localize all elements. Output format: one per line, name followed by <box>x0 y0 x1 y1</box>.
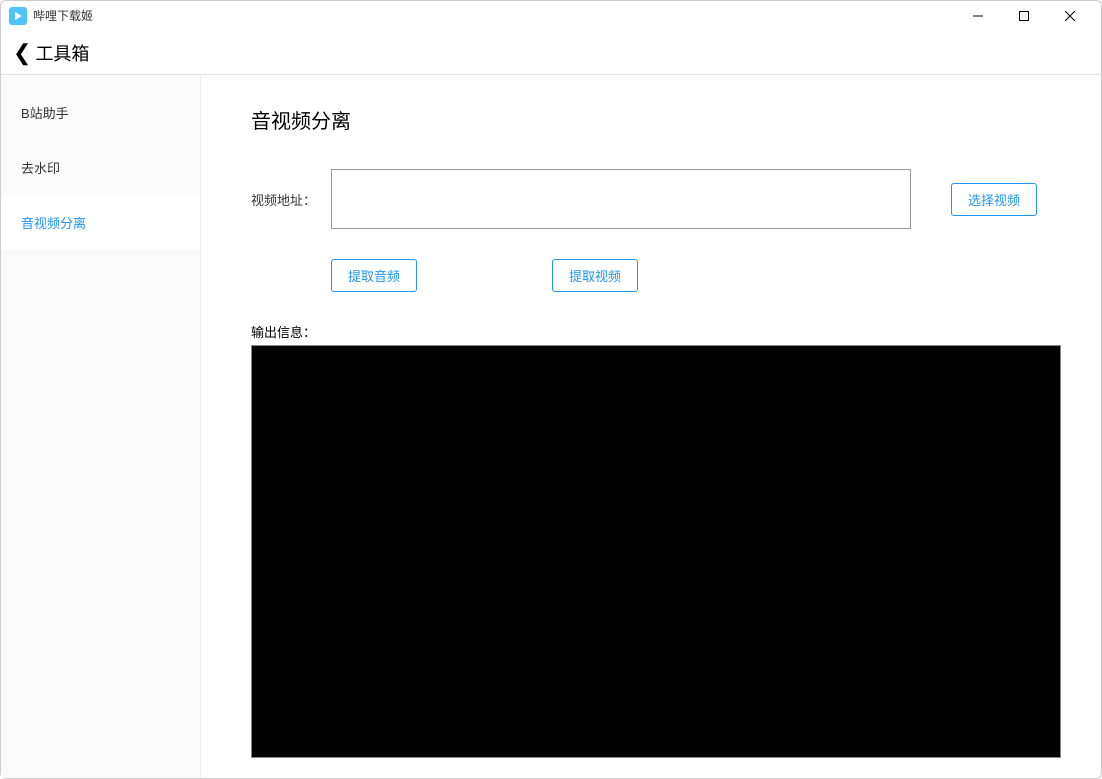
sidebar-item-label: 去水印 <box>21 161 60 176</box>
video-url-label: 视频地址： <box>251 190 331 209</box>
header-title: 工具箱 <box>35 40 89 66</box>
sidebar-item-av-separate[interactable]: 音视频分离 <box>1 195 200 250</box>
sidebar-item-bilibili-helper[interactable]: B站助手 <box>1 85 200 140</box>
app-title: 哔哩下载姬 <box>33 7 93 24</box>
page-title: 音视频分离 <box>251 105 1061 134</box>
output-console[interactable] <box>251 345 1061 758</box>
titlebar: 哔哩下载姬 <box>1 1 1101 31</box>
action-row: 提取音频 提取视频 <box>331 259 1061 292</box>
choose-video-button[interactable]: 选择视频 <box>951 183 1037 216</box>
window-controls <box>955 1 1093 31</box>
sidebar-item-remove-watermark[interactable]: 去水印 <box>1 140 200 195</box>
header: ❮ 工具箱 <box>1 31 1101 75</box>
main-content: 音视频分离 视频地址： 选择视频 提取音频 提取视频 输出信息： <box>201 75 1101 778</box>
video-url-row: 视频地址： 选择视频 <box>251 169 1061 229</box>
body: B站助手 去水印 音视频分离 音视频分离 视频地址： 选择视频 提取音频 提取视… <box>1 75 1101 778</box>
video-url-input[interactable] <box>331 169 911 229</box>
output-label: 输出信息： <box>251 322 1061 341</box>
extract-audio-button[interactable]: 提取音频 <box>331 259 417 292</box>
app-icon <box>9 7 27 25</box>
chevron-left-icon: ❮ <box>13 42 31 64</box>
extract-video-button[interactable]: 提取视频 <box>552 259 638 292</box>
sidebar: B站助手 去水印 音视频分离 <box>1 75 201 778</box>
sidebar-item-label: B站助手 <box>21 106 69 121</box>
maximize-button[interactable] <box>1001 1 1047 31</box>
minimize-button[interactable] <box>955 1 1001 31</box>
sidebar-item-label: 音视频分离 <box>21 216 86 231</box>
close-button[interactable] <box>1047 1 1093 31</box>
back-button[interactable]: ❮ 工具箱 <box>13 40 89 66</box>
